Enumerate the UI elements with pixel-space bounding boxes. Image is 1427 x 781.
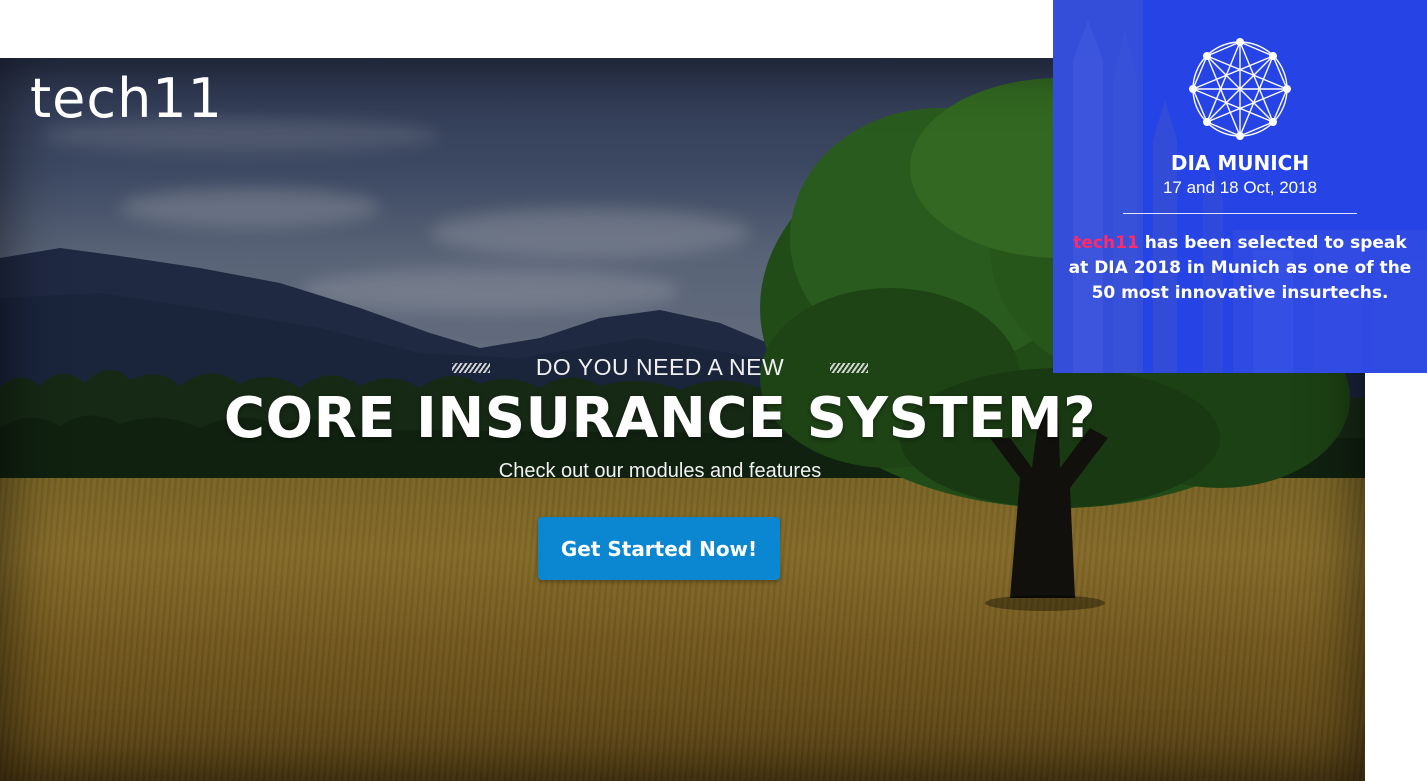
hatch-decoration-left — [451, 362, 490, 373]
promo-body: tech11 has been selected to speak at DIA… — [1063, 231, 1417, 306]
page: tech11 DO YOU NEED A NEW CORE INSURANCE … — [0, 0, 1427, 781]
hero-headline: CORE INSURANCE SYSTEM? — [223, 386, 1097, 451]
promo-date: 17 and 18 Oct, 2018 — [1162, 178, 1318, 197]
dia-network-globe-icon — [1189, 38, 1291, 140]
tech11-logo[interactable]: tech11 — [30, 72, 223, 126]
promo-divider — [1123, 213, 1357, 214]
hatch-decoration-right — [830, 362, 869, 373]
hero-subheadline: Check out our modules and features — [498, 460, 822, 482]
hero-eyebrow: DO YOU NEED A NEW — [535, 354, 785, 380]
dia-munich-promo-card[interactable]: DIA MUNICH 17 and 18 Oct, 2018 tech11 ha… — [1053, 0, 1427, 373]
promo-brand-name: tech11 — [1073, 233, 1139, 253]
get-started-button[interactable]: Get Started Now! — [538, 517, 780, 580]
promo-title: DIA MUNICH — [1170, 151, 1310, 175]
